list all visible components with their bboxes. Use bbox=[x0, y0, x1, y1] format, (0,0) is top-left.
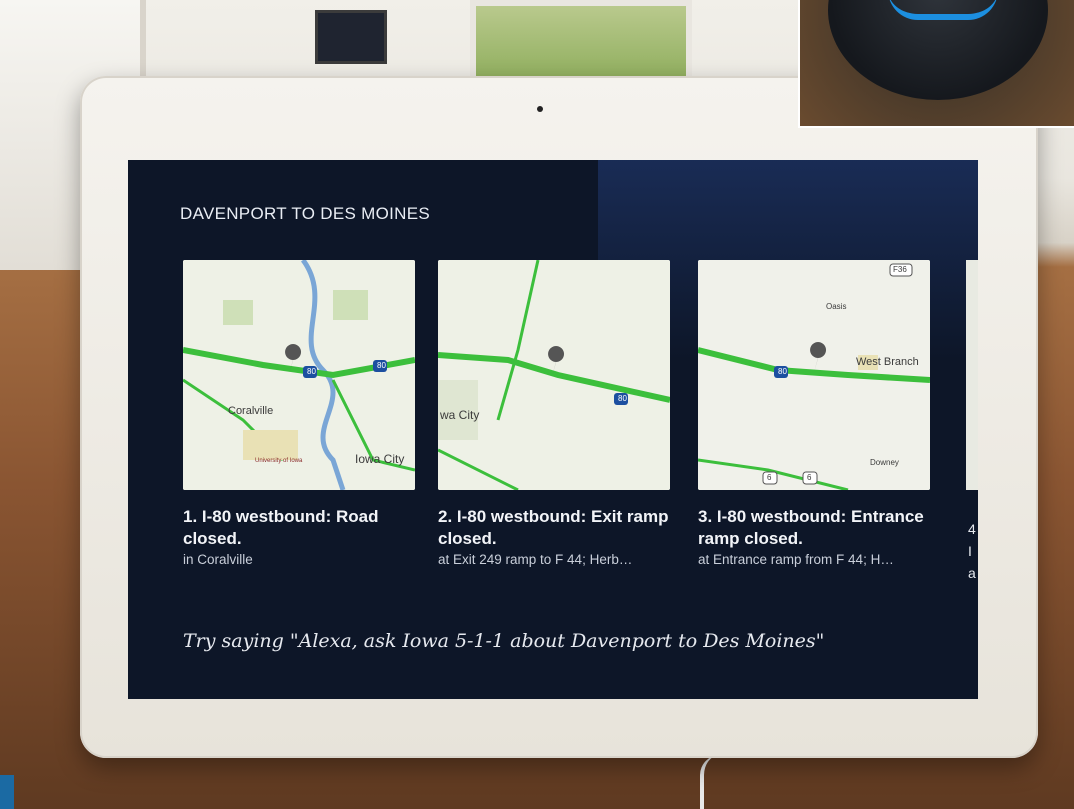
side-strip bbox=[0, 775, 14, 809]
incident-location: at Exit 249 ramp to F 44; Herb… bbox=[438, 552, 633, 567]
map-label: University of Iowa bbox=[255, 458, 303, 464]
interstate-shield: 80 bbox=[377, 361, 386, 370]
incident-headline: 3. I-80 westbound: Entrance ramp closed. bbox=[698, 507, 924, 548]
incident-card[interactable]: Coralville Iowa City University of Iowa … bbox=[183, 260, 415, 567]
incident-map: wa City 80 bbox=[438, 260, 670, 490]
device-screen: DAVENPORT TO DES MOINES Coralville Iowa … bbox=[128, 160, 978, 699]
incident-location: at Entrance ramp from F 44; H… bbox=[698, 552, 894, 567]
next-card-peek[interactable] bbox=[966, 260, 978, 490]
camera-icon bbox=[537, 106, 543, 112]
incident-map: West Branch 80 F36 Oasis Downey 6 6 bbox=[698, 260, 930, 490]
map-label: Iowa City bbox=[355, 452, 405, 466]
interstate-shield: 80 bbox=[778, 367, 787, 376]
incident-map: Coralville Iowa City University of Iowa … bbox=[183, 260, 415, 490]
echo-dot-inset-photo bbox=[798, 0, 1074, 128]
map-label: West Branch bbox=[856, 356, 919, 368]
peek-line: I bbox=[968, 543, 972, 559]
peek-line: a bbox=[968, 565, 976, 581]
route-shield: 6 bbox=[807, 473, 812, 482]
map-graphic bbox=[438, 260, 670, 490]
route-shield: 6 bbox=[767, 473, 772, 482]
map-label: Coralville bbox=[228, 405, 274, 417]
map-label: Downey bbox=[870, 458, 899, 467]
interstate-shield: 80 bbox=[307, 367, 316, 376]
power-cord bbox=[700, 755, 744, 809]
window bbox=[470, 0, 692, 87]
map-label: Oasis bbox=[826, 302, 847, 311]
next-card-peek-text: 4 I a bbox=[968, 518, 976, 584]
route-shield: F36 bbox=[893, 265, 907, 274]
route-title: DAVENPORT TO DES MOINES bbox=[180, 204, 430, 223]
incident-card[interactable]: wa City 80 2. I-80 westbound: Exit ramp … bbox=[438, 260, 670, 567]
interstate-shield: 80 bbox=[618, 394, 627, 403]
incident-headline: 1. I-80 westbound: Road closed. bbox=[183, 507, 379, 548]
incident-headline: 2. I-80 westbound: Exit ramp closed. bbox=[438, 507, 669, 548]
peek-line: 4 bbox=[968, 521, 976, 537]
map-graphic bbox=[698, 260, 930, 490]
incident-location: in Coralville bbox=[183, 552, 253, 567]
voice-hint: Try saying "Alexa, ask Iowa 5-1-1 about … bbox=[183, 630, 825, 652]
echo-show-device: DAVENPORT TO DES MOINES Coralville Iowa … bbox=[80, 76, 1038, 758]
incident-card[interactable]: West Branch 80 F36 Oasis Downey 6 6 3. I… bbox=[698, 260, 930, 567]
map-label: wa City bbox=[440, 408, 480, 422]
wall-picture bbox=[315, 10, 387, 64]
